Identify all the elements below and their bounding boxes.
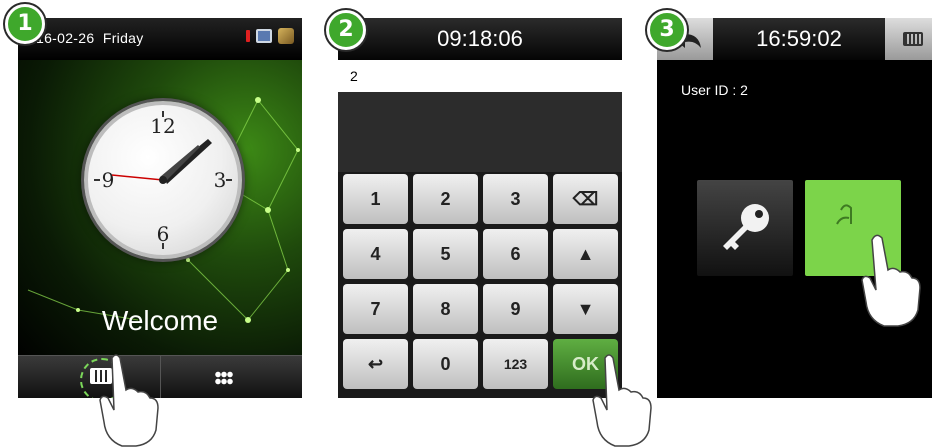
input-area-background <box>338 92 622 172</box>
clock-numeral-3: 3 <box>214 168 227 192</box>
up-key[interactable]: ▲ <box>553 229 618 279</box>
alarm-indicator-icon <box>246 30 250 42</box>
user-id-input[interactable]: 2 <box>338 60 622 92</box>
network-icon <box>256 29 272 43</box>
clock-numeral-12: 12 <box>150 114 175 138</box>
pointing-hand-icon <box>861 234 921 327</box>
user-id-entry-screen: 09:18:06 2 1 2 3 ⌫ 4 5 6 ▲ 7 8 9 ▼ ↩ 0 1… <box>338 18 622 398</box>
step-1-badge: 1 <box>5 4 45 44</box>
status-bar: 16-02-26 Friday <box>18 18 302 60</box>
numeric-keypad: 1 2 3 ⌫ 4 5 6 ▲ 7 8 9 ▼ ↩ 0 123 OK <box>343 174 618 389</box>
key-6[interactable]: 6 <box>483 229 548 279</box>
time-title: 16:59:02 <box>756 26 842 51</box>
pointing-hand-icon <box>99 354 159 447</box>
time-title: 09:18:06 <box>338 18 622 60</box>
title-bar: 16:59:02 <box>657 18 932 60</box>
key-1[interactable]: 1 <box>343 174 408 224</box>
standby-screen: 16-02-26 Friday 12 3 6 9 Welcome <box>18 18 302 398</box>
step-3-badge: 3 <box>647 10 687 50</box>
key-3[interactable]: 3 <box>483 174 548 224</box>
keyboard-button[interactable] <box>885 18 932 60</box>
keyboard-icon <box>903 32 923 46</box>
analog-clock: 12 3 6 9 <box>84 101 242 259</box>
key-9[interactable]: 9 <box>483 284 548 334</box>
welcome-text: Welcome <box>101 305 219 336</box>
clock-numeral-9: 9 <box>102 168 115 192</box>
key-0[interactable]: 0 <box>413 339 478 389</box>
password-verify-button[interactable] <box>697 180 793 276</box>
clock-numeral-6: 6 <box>157 222 170 246</box>
verification-screen: 16:59:02 User ID : 2 <box>657 18 932 398</box>
backspace-key[interactable]: ⌫ <box>553 174 618 224</box>
down-key[interactable]: ▼ <box>553 284 618 334</box>
status-date: 16-02-26 Friday <box>36 30 144 46</box>
pointing-hand-icon <box>592 354 652 447</box>
input-mode-key[interactable]: 123 <box>483 339 548 389</box>
key-2[interactable]: 2 <box>413 174 478 224</box>
key-5[interactable]: 5 <box>413 229 478 279</box>
back-key[interactable]: ↩ <box>343 339 408 389</box>
menu-button[interactable] <box>160 356 302 398</box>
key-7[interactable]: 7 <box>343 284 408 334</box>
key-icon <box>723 204 769 250</box>
step-2-badge: 2 <box>326 10 366 50</box>
key-4[interactable]: 4 <box>343 229 408 279</box>
system-icon <box>278 28 294 44</box>
menu-grid-icon <box>215 371 233 385</box>
user-id-label: User ID : 2 <box>681 82 748 98</box>
key-8[interactable]: 8 <box>413 284 478 334</box>
